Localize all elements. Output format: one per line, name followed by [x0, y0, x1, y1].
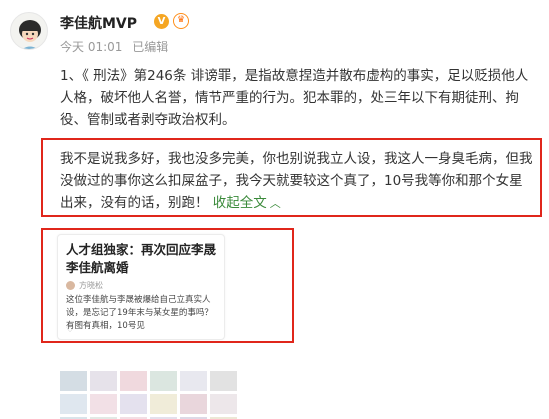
image-thumbnail[interactable] [180, 394, 207, 414]
image-thumbnail[interactable] [180, 371, 207, 391]
verified-badge-icon[interactable]: V [154, 14, 169, 29]
image-thumbnail[interactable] [60, 371, 87, 391]
image-thumbnail[interactable] [210, 371, 237, 391]
edited-label: 已编辑 [132, 40, 169, 54]
username[interactable]: 李佳航MVP [60, 13, 137, 33]
image-thumbnail[interactable] [60, 394, 87, 414]
vip-crown-icon[interactable]: ♛ [173, 13, 189, 29]
image-thumbnail[interactable] [120, 394, 147, 414]
avatar-cartoon-icon [19, 20, 41, 49]
image-thumbnail[interactable] [120, 371, 147, 391]
image-thumbnail[interactable] [90, 371, 117, 391]
image-thumbnail-grid [60, 371, 237, 419]
image-thumbnail[interactable] [150, 394, 177, 414]
image-thumbnail[interactable] [90, 394, 117, 414]
image-thumbnail[interactable] [210, 394, 237, 414]
image-thumbnail[interactable] [150, 371, 177, 391]
highlight-box-text [41, 138, 542, 217]
post-text-paragraph-1: 1、《 刑法》第246条 诽谤罪，是指故意捏造并散布虚构的事实，足以贬损他人人格… [60, 68, 529, 128]
post-meta: 今天 01:01 已编辑 [60, 38, 168, 55]
avatar[interactable] [10, 12, 48, 50]
highlight-box-card [41, 228, 294, 343]
timestamp[interactable]: 今天 01:01 [60, 40, 122, 54]
